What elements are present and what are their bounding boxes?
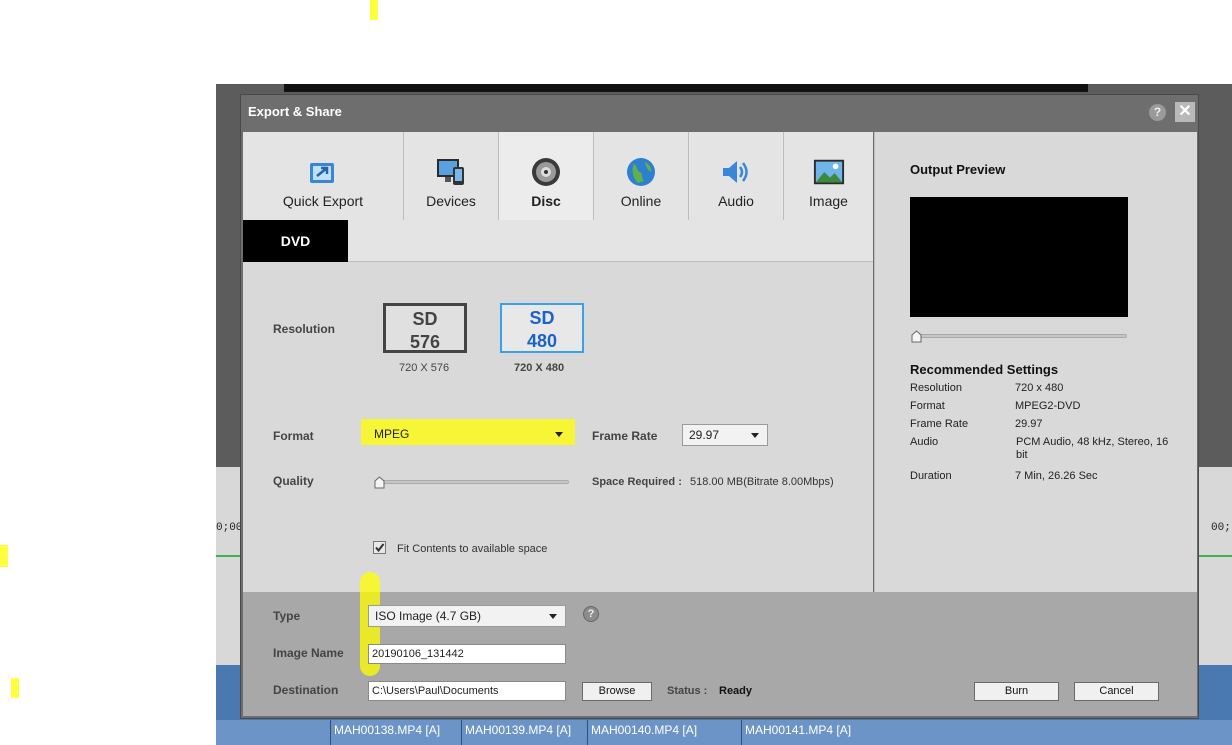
- tab-devices[interactable]: Devices: [404, 132, 499, 220]
- image-icon: [813, 157, 845, 187]
- subtab-dvd[interactable]: DVD: [243, 220, 348, 262]
- rec-value: 720 x 480: [1015, 382, 1064, 394]
- annotation-mark: [0, 545, 8, 567]
- res-line2: 480: [526, 331, 558, 351]
- frame-rate-value: 29.97: [689, 428, 720, 442]
- burn-button[interactable]: Burn: [974, 682, 1059, 701]
- chevron-down-icon: [555, 432, 563, 437]
- output-preview-title: Output Preview: [910, 162, 1006, 177]
- annotation-mark: [11, 678, 19, 698]
- frame-rate-label: Frame Rate: [592, 429, 658, 443]
- format-value: MPEG: [374, 427, 410, 441]
- rec-key: Resolution: [910, 382, 962, 394]
- destination-label: Destination: [273, 683, 339, 697]
- preview-scrubber[interactable]: [913, 334, 1127, 338]
- type-select[interactable]: ISO Image (4.7 GB): [368, 605, 566, 627]
- cancel-button[interactable]: Cancel: [1074, 682, 1159, 701]
- type-value: ISO Image (4.7 GB): [375, 609, 482, 623]
- tab-image[interactable]: Image: [784, 132, 873, 220]
- editor-monitor-strip: [284, 84, 1088, 92]
- chevron-down-icon: [751, 433, 759, 438]
- destination-input[interactable]: C:\Users\Paul\Documents: [368, 681, 566, 701]
- devices-icon: [435, 157, 467, 187]
- quick-export-icon: [307, 157, 339, 187]
- preview-scrubber-thumb[interactable]: [911, 330, 922, 343]
- type-help-icon[interactable]: ?: [583, 606, 599, 622]
- playhead-line-left: [216, 555, 242, 557]
- space-required-value: 518.00 MB(Bitrate 8.00Mbps): [690, 476, 834, 488]
- annotation-mark: [370, 0, 378, 20]
- quality-label: Quality: [273, 474, 314, 488]
- tab-label: Online: [620, 193, 662, 209]
- status-value: Ready: [719, 685, 753, 697]
- clip-140[interactable]: MAH00140.MP4 [A]: [587, 720, 744, 745]
- tab-label: Devices: [426, 193, 476, 209]
- tab-label: Audio: [718, 193, 754, 209]
- tab-quick-export[interactable]: Quick Export: [243, 132, 404, 220]
- disc-icon: [530, 157, 562, 187]
- close-button[interactable]: ✕: [1175, 102, 1195, 122]
- timecode-right: 00;: [1211, 522, 1231, 534]
- image-name-label: Image Name: [273, 646, 344, 660]
- tab-label: Quick Export: [282, 193, 364, 209]
- clip-141[interactable]: MAH00141.MP4 [A]: [741, 720, 1045, 745]
- resolution-sd576-button[interactable]: SD 576: [383, 303, 467, 353]
- frame-rate-select[interactable]: 29.97: [682, 424, 768, 446]
- clip-138[interactable]: MAH00138.MP4 [A]: [330, 720, 464, 745]
- preview-screen: [910, 197, 1128, 317]
- resolution-sd480-caption: 720 X 480: [514, 362, 565, 374]
- type-label: Type: [273, 609, 301, 623]
- chevron-down-icon: [549, 614, 557, 619]
- timeline-right-edge: 00;: [1199, 467, 1232, 665]
- speaker-icon: [720, 157, 752, 187]
- tab-disc[interactable]: Disc: [499, 132, 594, 220]
- resolution-label: Resolution: [273, 322, 335, 336]
- image-name-input[interactable]: 20190106_131442: [368, 644, 566, 664]
- rec-key: Format: [910, 400, 945, 412]
- rec-value: 7 Min, 26.26 Sec: [1015, 470, 1098, 482]
- tab-online[interactable]: Online: [594, 132, 689, 220]
- rec-key: Frame Rate: [910, 418, 969, 430]
- quality-slider-thumb[interactable]: [374, 476, 385, 489]
- audio-track: MAH00138.MP4 [A] MAH00139.MP4 [A] MAH001…: [216, 720, 1232, 745]
- help-icon[interactable]: ?: [1149, 104, 1166, 121]
- rec-value: MPEG2-DVD: [1015, 400, 1081, 412]
- rec-value: PCM Audio, 48 kHz, Stereo, 16 bit: [1016, 436, 1169, 461]
- resolution-sd480-button[interactable]: SD 480: [500, 303, 584, 353]
- res-line1: SD: [529, 308, 555, 328]
- browse-button[interactable]: Browse: [582, 682, 652, 701]
- rec-value: 29.97: [1015, 418, 1043, 430]
- tab-label: Image: [809, 193, 848, 209]
- quality-slider[interactable]: [376, 480, 569, 484]
- format-select[interactable]: MPEG: [368, 424, 571, 446]
- status-label: Status :: [667, 685, 708, 697]
- space-required-label: Space Required :: [592, 476, 682, 488]
- res-line1: SD: [412, 309, 438, 329]
- tab-audio[interactable]: Audio: [689, 132, 784, 220]
- fit-contents-checkbox[interactable]: [373, 541, 386, 554]
- res-line2: 576: [409, 332, 441, 352]
- dialog-title: Export & Share: [248, 104, 342, 119]
- timeline-left-edge: 0;00;: [216, 467, 249, 665]
- rec-key: Duration: [910, 470, 952, 482]
- globe-icon: [625, 157, 657, 187]
- recommended-settings-title: Recommended Settings: [910, 362, 1059, 377]
- format-label: Format: [273, 429, 314, 443]
- fit-contents-label: Fit Contents to available space: [397, 543, 548, 555]
- playhead-line-right: [1199, 555, 1232, 557]
- resolution-sd576-caption: 720 X 576: [399, 362, 450, 374]
- export-tabs: Quick Export Devices Disc Online Audio I…: [243, 132, 873, 220]
- rec-key: Audio: [910, 436, 939, 448]
- clip-139[interactable]: MAH00139.MP4 [A]: [461, 720, 590, 745]
- tab-label: Disc: [531, 193, 561, 209]
